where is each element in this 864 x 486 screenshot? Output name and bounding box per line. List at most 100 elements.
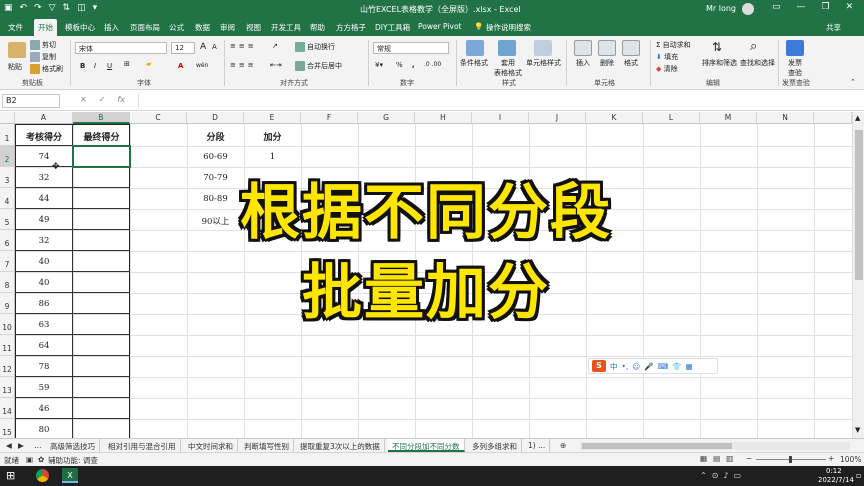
close-icon[interactable]: ✕ — [846, 2, 854, 12]
tab-formulas[interactable]: 公式 — [169, 22, 184, 33]
row-header[interactable]: 9 — [0, 293, 15, 314]
view-mode-icons[interactable]: ▦▤▥ — [700, 454, 739, 463]
scroll-thumb[interactable] — [855, 130, 863, 280]
border-icon[interactable]: ⊞ — [124, 60, 130, 68]
conditional-format-icon[interactable] — [466, 40, 484, 56]
row-header[interactable]: 3 — [0, 167, 15, 188]
system-tray-icons[interactable]: ⌃⊙♪▭ — [700, 471, 746, 480]
col-header-n[interactable]: N — [757, 112, 814, 124]
tab-ffgz[interactable]: 方方格子 — [336, 22, 366, 33]
user-name[interactable]: Mr long — [706, 4, 736, 13]
row-header[interactable]: 14 — [0, 398, 15, 419]
insert-cells-icon[interactable] — [574, 40, 592, 56]
col-header-l[interactable]: L — [643, 112, 700, 124]
scroll-up-icon[interactable]: ▲ — [855, 114, 860, 122]
row-header[interactable]: 10 — [0, 314, 15, 335]
indent-icons[interactable]: ⇤⇥ — [270, 61, 282, 69]
row-header[interactable]: 13 — [0, 377, 15, 398]
shrink-font-button[interactable]: A — [212, 43, 217, 51]
sheet-more-icon[interactable]: … — [30, 439, 46, 452]
format-as-table-icon[interactable] — [498, 40, 516, 56]
score-cell[interactable]: 64 — [15, 341, 73, 351]
col-header-d[interactable]: D — [187, 112, 244, 124]
clear-button[interactable]: ◆ 清除 — [656, 64, 678, 74]
ribbon-display-icon[interactable]: ▭ — [772, 2, 781, 12]
orientation-icon[interactable]: ↗ — [272, 42, 278, 50]
row-header[interactable]: 12 — [0, 356, 15, 377]
chrome-icon[interactable] — [36, 469, 49, 482]
row-header[interactable]: 2 — [0, 146, 15, 167]
avatar[interactable] — [742, 3, 754, 15]
tell-me-search[interactable]: 操作说明搜索 — [486, 22, 531, 33]
row-header[interactable]: 8 — [0, 272, 15, 293]
tab-review[interactable]: 审阅 — [220, 22, 235, 33]
tab-insert[interactable]: 插入 — [104, 22, 119, 33]
sort-filter-button[interactable]: 排序和筛选 — [702, 58, 737, 68]
header-final-score[interactable]: 最终得分 — [73, 130, 130, 143]
row-header[interactable]: 4 — [0, 188, 15, 209]
invoice-check-button[interactable]: 发票 查验 — [788, 58, 802, 78]
row-header[interactable]: 7 — [0, 251, 15, 272]
tab-developer[interactable]: 开发工具 — [271, 22, 301, 33]
row-header[interactable]: 5 — [0, 209, 15, 230]
tab-template[interactable]: 模板中心 — [65, 22, 95, 33]
tab-view[interactable]: 视图 — [246, 22, 261, 33]
fill-color-icon[interactable]: ▰ — [146, 60, 151, 68]
zoom-in-icon[interactable]: + — [828, 454, 834, 463]
score-cell[interactable]: 63 — [15, 320, 73, 330]
tab-file[interactable]: 文件 — [8, 22, 23, 33]
enter-icon[interactable]: ✓ — [99, 95, 106, 104]
bonus-cell[interactable]: 1 — [244, 152, 301, 162]
col-header-g[interactable]: G — [358, 112, 415, 124]
selected-cell-b2[interactable] — [72, 145, 131, 168]
score-cell[interactable]: 44 — [15, 194, 73, 204]
vertical-scrollbar[interactable]: ▲ ▼ — [852, 112, 864, 438]
sheet-tab[interactable]: 判断填写性别 — [240, 439, 294, 452]
sort-filter-icon[interactable]: ⇅ — [712, 40, 722, 54]
score-cell[interactable]: 86 — [15, 299, 73, 309]
tab-page-layout[interactable]: 页面布局 — [130, 22, 160, 33]
horizontal-align-icons[interactable]: ≡≡≡ — [230, 61, 257, 69]
cell-styles-button[interactable]: 单元格样式 — [526, 58, 561, 68]
zoom-slider-thumb[interactable] — [789, 456, 792, 463]
horizontal-scrollbar[interactable] — [580, 442, 850, 450]
col-header-k[interactable]: K — [586, 112, 643, 124]
camera-icon[interactable]: ◫ — [77, 3, 86, 13]
accessibility-status[interactable]: 辅助功能: 调查 — [48, 455, 98, 466]
sheet-tab[interactable]: 提取重复3次以上的数据 — [296, 439, 385, 452]
sheet-tab[interactable]: 中文时间求和 — [184, 439, 238, 452]
select-all-corner[interactable] — [0, 112, 15, 124]
col-header-h[interactable]: H — [415, 112, 472, 124]
comma-button[interactable]: , — [412, 61, 415, 69]
format-cells-icon[interactable] — [622, 40, 640, 56]
grow-font-button[interactable]: A — [200, 42, 206, 52]
italic-button[interactable]: I — [94, 62, 96, 70]
format-painter-button[interactable]: 格式刷 — [30, 64, 63, 74]
tab-help[interactable]: 帮助 — [310, 22, 325, 33]
save-icon[interactable]: ▣ — [4, 3, 13, 13]
zoom-out-icon[interactable]: − — [746, 454, 752, 463]
segment-cell[interactable]: 60-69 — [187, 152, 244, 162]
find-icon[interactable]: ⌕ — [750, 39, 757, 54]
grid-menu-icon[interactable]: ▦ — [686, 362, 693, 371]
percent-button[interactable]: % — [396, 61, 403, 69]
header-assessment-score[interactable]: 考核得分 — [15, 130, 73, 143]
insert-cells-button[interactable]: 插入 — [576, 58, 590, 68]
segment-cell[interactable]: 90以上 — [187, 215, 244, 227]
sort-icon[interactable]: ⇅ — [63, 3, 71, 13]
score-cell[interactable]: 32 — [15, 173, 73, 183]
decimal-icons[interactable]: .0 .00 — [424, 61, 441, 68]
bold-button[interactable]: B — [80, 62, 85, 70]
tab-power-pivot[interactable]: Power Pivot — [418, 22, 461, 31]
score-cell[interactable]: 32 — [15, 236, 73, 246]
tab-home[interactable]: 开始 — [34, 19, 57, 36]
invoice-check-icon[interactable] — [786, 40, 804, 56]
undo-icon[interactable]: ↶ — [20, 3, 28, 13]
font-size-select[interactable]: 12 — [171, 42, 195, 54]
cell-styles-icon[interactable] — [534, 40, 552, 56]
ime-toolbar[interactable]: S 中 •, ☺ 🎤 ⌨ 👕 ▦ — [588, 358, 718, 374]
sheet-next-icon[interactable]: ▶ — [14, 439, 28, 452]
paste-button[interactable]: 粘贴 — [8, 62, 22, 72]
conditional-format-button[interactable]: 条件格式 — [460, 58, 488, 68]
row-header[interactable]: 15 — [0, 419, 15, 438]
